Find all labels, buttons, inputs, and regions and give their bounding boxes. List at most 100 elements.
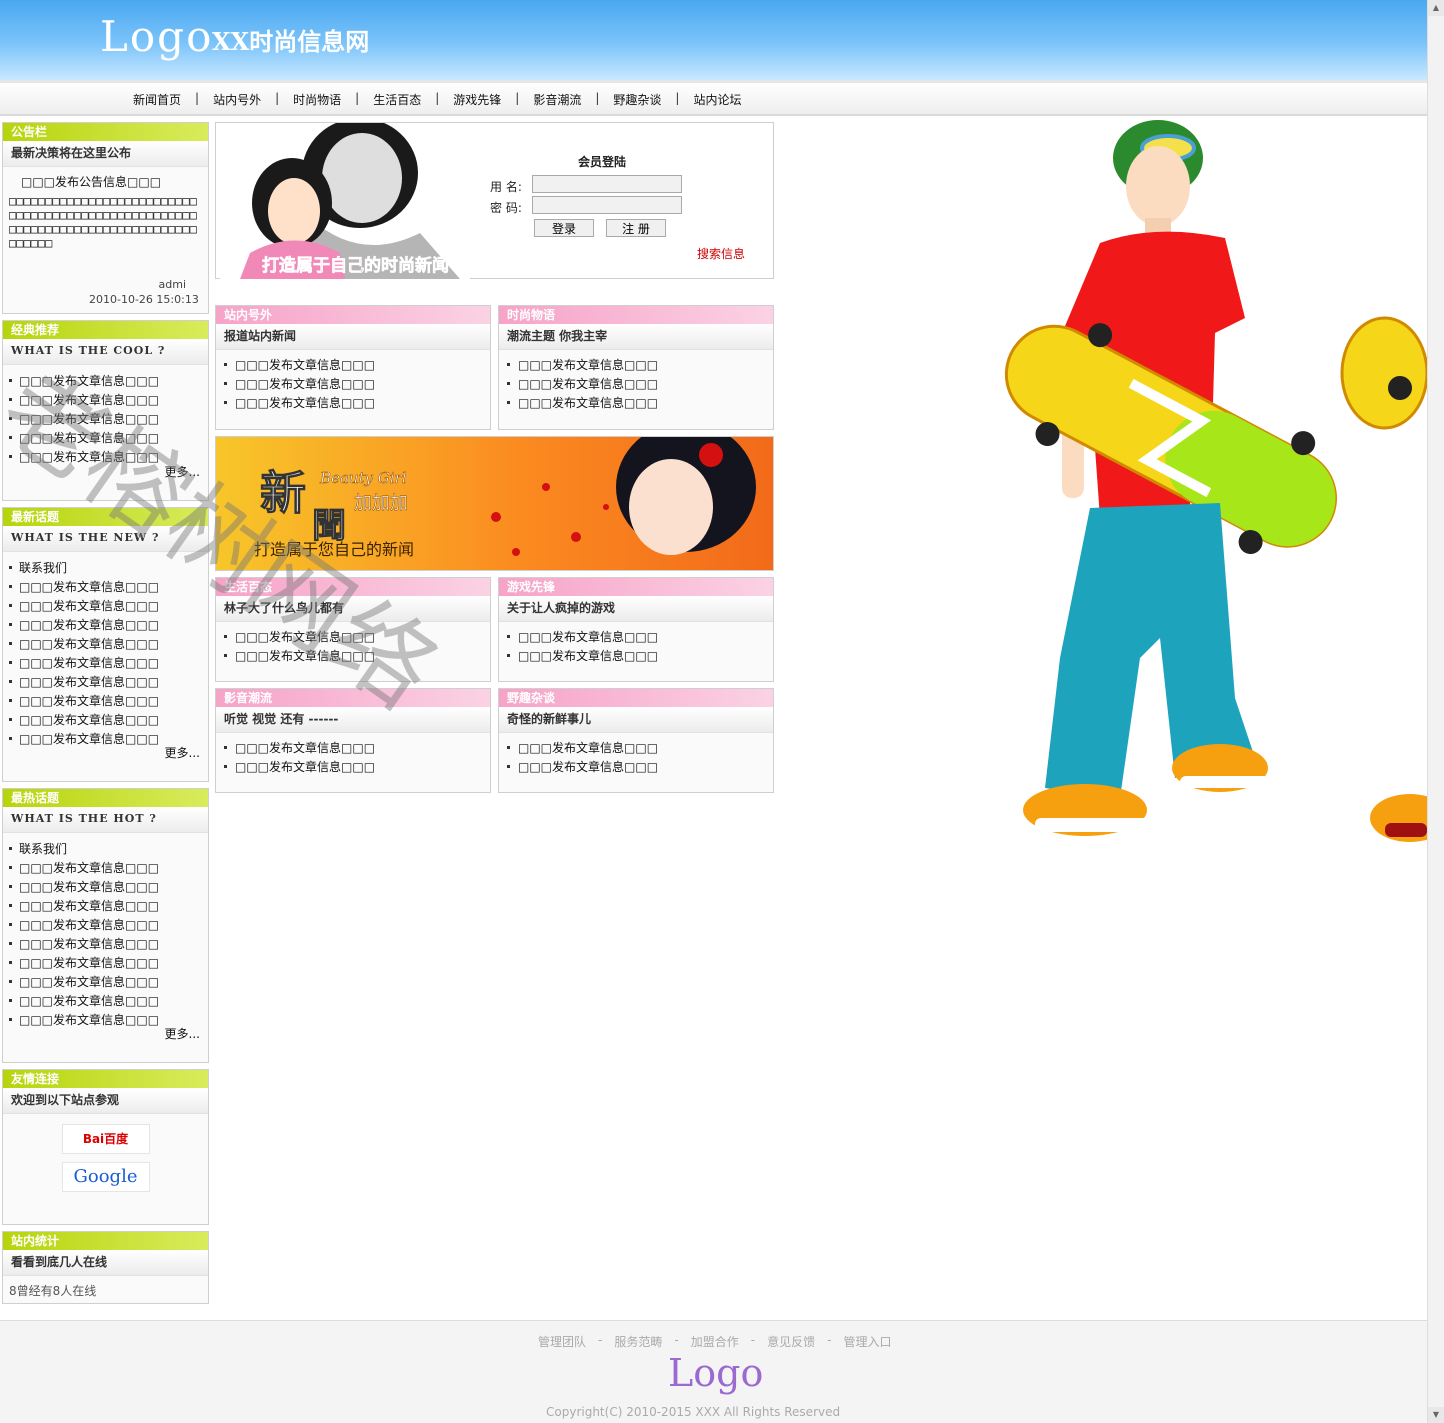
classic-more-link[interactable]: 更多... — [165, 463, 200, 480]
banner-illustration: 新 聞 Beauty Girl 加加加 打造属于您自己的新闻 — [216, 437, 773, 570]
nav-item[interactable]: 生活百态 — [373, 91, 421, 108]
password-input[interactable] — [532, 196, 682, 214]
username-input[interactable] — [532, 175, 682, 193]
list-item[interactable]: □□□发布文章信息□□□ — [9, 954, 208, 973]
nav-item[interactable]: 游戏先锋 — [453, 91, 501, 108]
notice-text[interactable]: □□□发布公告信息□□□ — [3, 167, 208, 190]
footer-link[interactable]: 加盟合作 — [691, 1333, 739, 1350]
search-info-link[interactable]: 搜索信息 — [697, 245, 745, 262]
list-item[interactable]: □□□发布文章信息□□□ — [507, 758, 773, 777]
list-item[interactable]: □□□发布文章信息□□□ — [9, 372, 208, 391]
footer-link-separator: - — [827, 1333, 832, 1347]
hottest-box: 最热话题 WHAT IS THE HOT ? 联系我们 □□□发布文章信息□□□ □… — [2, 788, 209, 1063]
footer-link[interactable]: 管理团队 — [538, 1333, 586, 1350]
nav-item[interactable]: 新闻首页 — [133, 91, 181, 108]
nav-item[interactable]: 野趣杂谈 — [613, 91, 661, 108]
list-item[interactable]: □□□发布文章信息□□□ — [9, 859, 208, 878]
list-item[interactable]: □□□发布文章信息□□□ — [9, 992, 208, 1011]
section-box-fashion: 时尚物语 潮流主题 你我主宰 □□□发布文章信息□□□ □□□发布文章信息□□□ □… — [498, 305, 774, 430]
stats-box: 站内统计 看看到底几人在线 8曾经有8人在线 — [2, 1231, 209, 1304]
scroll-up-icon[interactable]: ▲ — [1428, 0, 1444, 16]
footer-link-separator: - — [750, 1333, 756, 1347]
list-item[interactable]: □□□发布文章信息□□□ — [224, 739, 490, 758]
nav-item[interactable]: 站内号外 — [213, 91, 261, 108]
copyright: Copyright(C) 2010-2015 XXX All Rights Re… — [546, 1405, 841, 1419]
list-item[interactable]: 联系我们 — [9, 840, 208, 859]
list-item[interactable]: □□□发布文章信息□□□ — [9, 692, 208, 711]
section-title: 生活百态 — [216, 578, 490, 596]
section-list: □□□发布文章信息□□□ □□□发布文章信息□□□ □□□发布文章信息□□□ — [499, 350, 773, 413]
list-item[interactable]: □□□发布文章信息□□□ — [9, 916, 208, 935]
list-item[interactable]: □□□发布文章信息□□□ — [507, 356, 773, 375]
google-logo-text: Google — [73, 1166, 138, 1187]
footer-link[interactable]: 管理入口 — [843, 1333, 891, 1350]
list-item[interactable]: □□□发布文章信息□□□ — [224, 647, 490, 666]
section-list: □□□发布文章信息□□□ □□□发布文章信息□□□ — [499, 622, 773, 666]
list-item[interactable]: □□□发布文章信息□□□ — [507, 647, 773, 666]
notice-subtitle: 最新决策将在这里公布 — [3, 141, 208, 167]
friends-subtitle: 欢迎到以下站点参观 — [3, 1088, 208, 1114]
notice-date: 2010-10-26 15:0:13 — [89, 293, 199, 306]
list-item[interactable]: □□□发布文章信息□□□ — [9, 673, 208, 692]
footer-link[interactable]: 意见反馈 — [767, 1333, 815, 1350]
list-item[interactable]: □□□发布文章信息□□□ — [507, 375, 773, 394]
list-item[interactable]: □□□发布文章信息□□□ — [9, 635, 208, 654]
banner-script: Beauty Girl — [319, 469, 407, 487]
friends-title: 友情连接 — [3, 1070, 208, 1088]
section-subtitle: 报道站内新闻 — [216, 324, 490, 350]
list-item[interactable]: □□□发布文章信息□□□ — [224, 356, 490, 375]
classic-subtitle: WHAT IS THE COOL ? — [3, 339, 208, 365]
site-name: XX时尚信息网 — [212, 27, 370, 56]
list-item[interactable]: 联系我们 — [9, 559, 208, 578]
login-box: 打造属于自己的时尚新闻 会员登陆 用 名: 密 码: 登录 注 册 搜索信息 — [215, 122, 774, 279]
scrollbar[interactable]: ▲ ▼ — [1427, 0, 1444, 1423]
list-item[interactable]: □□□发布文章信息□□□ — [224, 394, 490, 413]
scroll-down-icon[interactable]: ▼ — [1428, 1407, 1444, 1423]
footer-logo[interactable]: Logo — [668, 1351, 763, 1395]
list-item[interactable]: □□□发布文章信息□□□ — [9, 597, 208, 616]
list-item[interactable]: □□□发布文章信息□□□ — [9, 429, 208, 448]
list-item[interactable]: □□□发布文章信息□□□ — [224, 758, 490, 777]
username-label: 用 名: — [490, 180, 522, 194]
login-button[interactable]: 登录 — [534, 219, 594, 237]
list-item[interactable]: □□□发布文章信息□□□ — [9, 973, 208, 992]
list-item[interactable]: □□□发布文章信息□□□ — [9, 654, 208, 673]
list-item[interactable]: □□□发布文章信息□□□ — [507, 739, 773, 758]
section-subtitle: 关于让人疯掉的游戏 — [499, 596, 773, 622]
list-item[interactable]: □□□发布文章信息□□□ — [507, 628, 773, 647]
newest-title: 最新话题 — [3, 508, 208, 526]
nav-separator: | — [195, 91, 200, 105]
list-item[interactable]: □□□发布文章信息□□□ — [9, 878, 208, 897]
footer-link-separator: - — [674, 1333, 679, 1347]
nav-separator: | — [435, 91, 440, 105]
section-title: 影音潮流 — [216, 689, 490, 707]
list-item[interactable]: □□□发布文章信息□□□ — [9, 391, 208, 410]
list-item[interactable]: □□□发布文章信息□□□ — [9, 616, 208, 635]
site-logo[interactable]: Logo — [100, 12, 213, 61]
hottest-more-link[interactable]: 更多... — [165, 1025, 200, 1042]
google-logo-link[interactable]: Google — [61, 1162, 150, 1192]
banner-char-1: 新 — [260, 466, 306, 520]
footer-link[interactable]: 服务范畴 — [614, 1333, 662, 1350]
stats-subtitle: 看看到底几人在线 — [3, 1250, 208, 1276]
list-item[interactable]: □□□发布文章信息□□□ — [224, 375, 490, 394]
baidu-logo-link[interactable]: Bai百度 — [61, 1124, 150, 1154]
skateboard-boy-illustration — [1004, 120, 1427, 842]
section-box-fun: 野趣杂谈 奇怪的新鲜事儿 □□□发布文章信息□□□ □□□发布文章信息□□□ — [498, 688, 774, 793]
list-item[interactable]: □□□发布文章信息□□□ — [507, 394, 773, 413]
list-item[interactable]: □□□发布文章信息□□□ — [9, 410, 208, 429]
register-button[interactable]: 注 册 — [606, 219, 666, 237]
list-item[interactable]: □□□发布文章信息□□□ — [9, 935, 208, 954]
list-item[interactable]: □□□发布文章信息□□□ — [9, 711, 208, 730]
section-subtitle: 潮流主题 你我主宰 — [499, 324, 773, 350]
news-banner[interactable]: 新 聞 Beauty Girl 加加加 打造属于您自己的新闻 — [215, 436, 774, 571]
stats-text: 8曾经有8人在线 — [9, 1284, 97, 1298]
list-item[interactable]: □□□发布文章信息□□□ — [9, 578, 208, 597]
nav-item[interactable]: 站内论坛 — [693, 91, 741, 108]
list-item[interactable]: □□□发布文章信息□□□ — [224, 628, 490, 647]
list-item[interactable]: □□□发布文章信息□□□ — [9, 897, 208, 916]
nav-item[interactable]: 影音潮流 — [533, 91, 581, 108]
nav-item[interactable]: 时尚物语 — [293, 91, 341, 108]
newest-more-link[interactable]: 更多... — [165, 744, 200, 761]
password-label: 密 码: — [490, 201, 522, 215]
